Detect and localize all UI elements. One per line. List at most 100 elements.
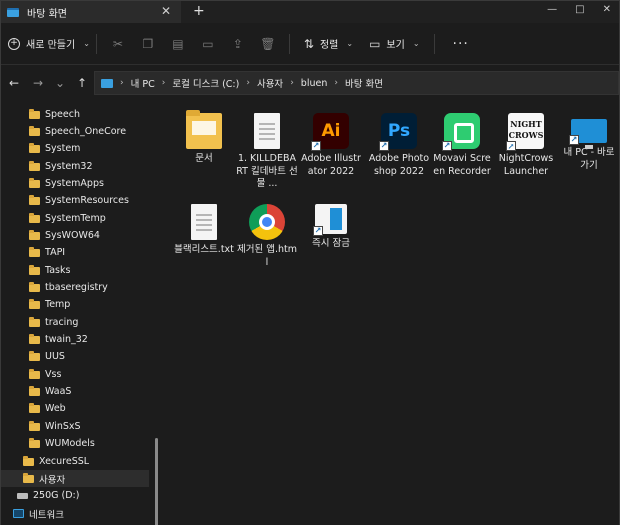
tab-desktop[interactable]: 바탕 화면 ✕ xyxy=(1,1,181,23)
view-button[interactable]: ▭ 보기 ⌄ xyxy=(361,36,427,52)
recent-locations-dropdown[interactable]: ⌄ xyxy=(49,76,71,90)
sidebar-item-speech-onecore[interactable]: Speech_OneCore xyxy=(29,123,164,140)
folder-icon xyxy=(29,229,40,240)
file-item-instant-lock[interactable]: ↗ 즉시 잠금 xyxy=(300,204,362,251)
sidebar-item-uus[interactable]: UUS xyxy=(29,348,164,365)
sort-button[interactable]: ⇅ 정렬 ⌄ xyxy=(296,36,361,52)
sort-label: 정렬 xyxy=(319,40,339,51)
folder-icon xyxy=(29,368,40,379)
back-button[interactable]: ← xyxy=(3,76,25,90)
more-options-button[interactable]: ··· xyxy=(453,36,469,52)
minimize-button[interactable]: — xyxy=(547,4,557,15)
tab-close-button[interactable]: ✕ xyxy=(161,4,171,18)
sidebar-item-web[interactable]: Web xyxy=(29,400,164,417)
sidebar-item-drive-d[interactable]: 250G (D:) xyxy=(17,487,164,504)
folder-icon xyxy=(29,350,40,361)
sidebar-item-label: Speech_OneCore xyxy=(45,126,127,137)
pc-monitor-icon: ↗ xyxy=(569,119,607,149)
sidebar-item-label: 사용자 xyxy=(39,474,66,486)
folder-icon xyxy=(29,264,40,275)
file-list: 문서 1. KILLDEBART 킬데바트 선물 ... Ai ↗ Adobe I… xyxy=(164,101,619,525)
sidebar-item-speech[interactable]: Speech xyxy=(29,106,164,123)
breadcrumb-users[interactable]: 사용자 xyxy=(257,76,283,90)
file-item-nightcrows[interactable]: NIGHT CROWS ↗ NightCrows Launcher xyxy=(495,113,557,178)
folder-icon xyxy=(186,110,222,149)
file-item-illustrator[interactable]: Ai ↗ Adobe Illustrator 2022 xyxy=(300,113,362,178)
sidebar-item-systemresources[interactable]: SystemResources xyxy=(29,192,164,209)
file-item-photoshop[interactable]: Ps ↗ Adobe Photoshop 2022 xyxy=(368,113,430,178)
breadcrumb-user[interactable]: bluen xyxy=(301,78,328,89)
sidebar-item-systemapps[interactable]: SystemApps xyxy=(29,175,164,192)
folder-icon xyxy=(29,246,40,257)
sidebar-item-label: Temp xyxy=(45,299,71,310)
sidebar-item-tracing[interactable]: tracing xyxy=(29,314,164,331)
file-item-blacklist[interactable]: 블랙리스트.txt xyxy=(173,204,235,257)
file-label: 내 PC - 바로 가기 xyxy=(563,147,615,171)
breadcrumb-local-disk[interactable]: 로컬 디스크 (C:) xyxy=(172,76,239,90)
sidebar-item-label: Web xyxy=(45,403,66,414)
chevron-right-icon: › xyxy=(120,78,124,88)
breadcrumb-desktop[interactable]: 바탕 화면 xyxy=(345,76,383,90)
chevron-down-icon: ⌄ xyxy=(83,39,90,48)
file-label: Adobe Photoshop 2022 xyxy=(368,153,430,177)
sidebar-item-vss[interactable]: Vss xyxy=(29,366,164,383)
breadcrumb-this-pc[interactable]: 내 PC xyxy=(131,76,155,90)
sidebar-item-label: WaaS xyxy=(45,386,72,397)
chevron-right-icon: › xyxy=(246,78,250,88)
sidebar-item-users[interactable]: 사용자 xyxy=(1,470,149,487)
folder-icon xyxy=(29,298,40,309)
sidebar-item-tbaseregistry[interactable]: tbaseregistry xyxy=(29,279,164,296)
command-bar: + 새로 만들기 ⌄ ✂ ❐ ▤ ▭ ⇪ 🗑 ⇅ 정렬 ⌄ ▭ 보기 ⌄ ··· xyxy=(1,23,619,65)
folder-icon xyxy=(29,281,40,292)
folder-icon xyxy=(29,420,40,431)
file-item-documents[interactable]: 문서 xyxy=(173,110,235,166)
sidebar-item-system[interactable]: System xyxy=(29,140,164,157)
nightcrows-icon: NIGHT CROWS ↗ xyxy=(506,113,544,151)
paste-icon[interactable]: ▤ xyxy=(163,37,193,51)
sidebar-item-waas[interactable]: WaaS xyxy=(29,383,164,400)
shortcut-arrow-icon: ↗ xyxy=(569,135,579,145)
sidebar-item-label: Tasks xyxy=(45,265,71,276)
rename-icon[interactable]: ▭ xyxy=(193,37,223,51)
up-button[interactable]: ↑ xyxy=(71,76,93,90)
file-item-killdebart[interactable]: 1. KILLDEBART 킬데바트 선물 ... xyxy=(236,113,298,191)
task-window-icon: ↗ xyxy=(313,204,347,236)
delete-icon[interactable]: 🗑 xyxy=(253,37,283,51)
scrollbar-thumb[interactable] xyxy=(155,438,158,525)
maximize-button[interactable]: □ xyxy=(575,4,584,15)
sidebar-item-label: tracing xyxy=(45,317,79,328)
sidebar-item-syswow64[interactable]: SysWOW64 xyxy=(29,227,164,244)
cut-icon[interactable]: ✂ xyxy=(103,37,133,51)
folder-icon xyxy=(29,125,40,136)
chevron-right-icon: › xyxy=(161,78,166,88)
file-item-removed-apps[interactable]: 제거된 앱.html xyxy=(236,204,298,269)
divider xyxy=(433,33,435,54)
sidebar-item-network[interactable]: 네트워크 xyxy=(13,505,163,522)
sidebar-item-wumodels[interactable]: WUModels xyxy=(29,435,164,452)
sidebar-item-winsxs[interactable]: WinSxS xyxy=(29,418,164,435)
sidebar-item-label: WinSxS xyxy=(45,421,81,432)
close-window-button[interactable]: ✕ xyxy=(603,4,611,15)
pc-icon xyxy=(101,78,113,88)
file-label: Movavi Screen Recorder xyxy=(433,153,491,177)
share-icon[interactable]: ⇪ xyxy=(223,37,253,51)
address-bar[interactable]: › 내 PC › 로컬 디스크 (C:) › 사용자 › bluen › 바탕 … xyxy=(94,71,619,95)
sidebar-item-xecuressl[interactable]: XecureSSL xyxy=(23,453,164,470)
sidebar-item-tapi[interactable]: TAPI xyxy=(29,244,164,261)
chevron-right-icon: › xyxy=(334,78,338,88)
file-item-this-pc-shortcut[interactable]: ↗ 내 PC - 바로 가기 xyxy=(558,113,620,172)
new-button[interactable]: + 새로 만들기 ⌄ xyxy=(8,36,90,51)
sidebar-item-label: twain_32 xyxy=(45,334,88,345)
forward-button[interactable]: → xyxy=(27,76,49,90)
file-label: NightCrows Launcher xyxy=(498,153,554,177)
sidebar-item-tasks[interactable]: Tasks xyxy=(29,262,164,279)
sidebar-item-label: System32 xyxy=(45,161,93,172)
new-tab-button[interactable]: + xyxy=(193,3,205,19)
file-item-movavi[interactable]: ↗ Movavi Screen Recorder xyxy=(431,113,493,178)
sidebar-item-system32[interactable]: System32 xyxy=(29,158,164,175)
copy-icon[interactable]: ❐ xyxy=(133,37,163,51)
sidebar-item-temp[interactable]: Temp xyxy=(29,296,164,313)
sidebar-item-twain32[interactable]: twain_32 xyxy=(29,331,164,348)
sidebar-item-systemtemp[interactable]: SystemTemp xyxy=(29,210,164,227)
folder-icon xyxy=(29,212,40,223)
